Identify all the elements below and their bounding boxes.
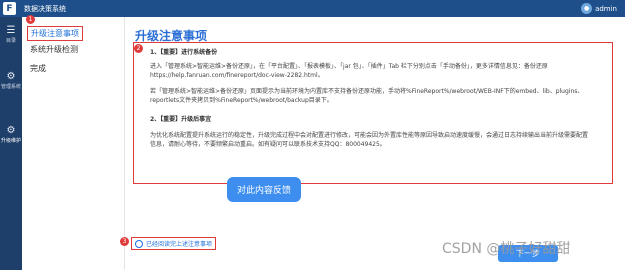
gear-icon: ⚙ (6, 71, 16, 82)
step-upgrade-notes[interactable]: 升级注意事项 (27, 26, 83, 41)
notice-box: 1、【重要】进行系统备份 进入「管理系统>智能运维>备份还原」，在「平台配置」、… (133, 42, 613, 184)
confirm-read-option[interactable]: 已经阅读完上述注意事项 (131, 237, 217, 250)
nav-item-label: 升级维护 (0, 138, 21, 144)
step-sidebar: 升级注意事项 系统升级检测 完成 (22, 17, 125, 270)
section1-text1: 进入「管理系统>智能运维>备份还原」，在「平台配置」、「报表模板」、「jar 包… (150, 63, 548, 79)
section1-heading: 1、【重要】进行系统备份 (150, 49, 218, 56)
nav-item-label: 目录 (5, 38, 16, 44)
section2-text: 为优化系统配置提升系统运行的稳定性，升级完成过程中会对配置进行修改，可能会因为外… (150, 132, 589, 148)
app-logo-icon: F (3, 2, 16, 15)
step-finish[interactable]: 完成 (30, 63, 46, 74)
radio-button[interactable] (135, 239, 143, 248)
left-nav: ☰ 目录 ⚙ 管理系统 ⚙ 升级维护 (0, 17, 22, 270)
section2-heading: 2、【重要】升级后事宜 (150, 116, 212, 123)
feedback-button[interactable]: 对此内容反馈 (227, 177, 301, 202)
user-menu[interactable]: ● admin (581, 3, 617, 14)
app-title: 数据决策系统 (24, 4, 66, 13)
annotation-marker-3: 3 (120, 237, 129, 246)
step-upgrade-check[interactable]: 系统升级检测 (30, 44, 78, 55)
section1-text2: 若「管理系统>智能运维>备份还原」页面提示为当前环境为内置库不支持备份还原功能，… (150, 88, 584, 104)
nav-item-directory[interactable]: ☰ 目录 (0, 25, 22, 44)
annotation-marker-1: 1 (26, 15, 35, 24)
gear-icon: ⚙ (6, 125, 16, 136)
nav-item-label: 管理系统 (0, 84, 21, 90)
user-name[interactable]: admin (595, 5, 617, 13)
top-bar: F 数据决策系统 ● admin (0, 0, 625, 17)
menu-icon: ☰ (6, 25, 16, 36)
nav-item-upgrade[interactable]: ⚙ 升级维护 (0, 125, 22, 144)
watermark: CSDN @桃子好甜甜 (442, 241, 571, 257)
nav-item-admin[interactable]: ⚙ 管理系统 (0, 71, 22, 90)
avatar[interactable]: ● (581, 3, 593, 14)
confirm-label[interactable]: 已经阅读完上述注意事项 (146, 239, 212, 248)
